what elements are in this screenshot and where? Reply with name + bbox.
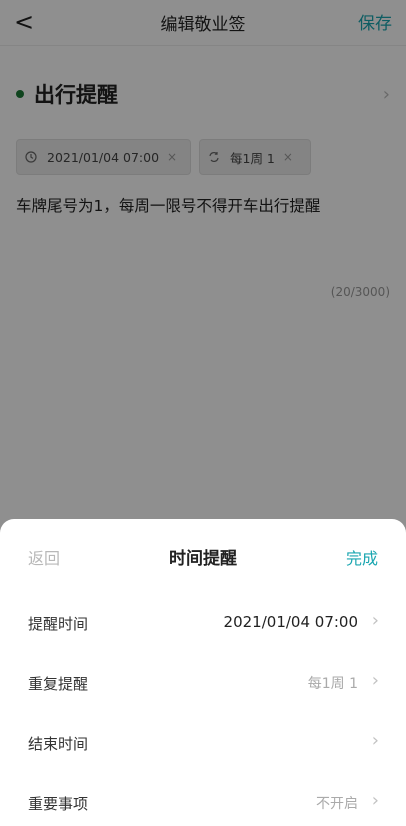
repeat-reminder-row[interactable]: 重复提醒 每1周 1 ›	[0, 653, 406, 713]
important-item-row[interactable]: 重要事项 不开启 ›	[0, 773, 406, 826]
chevron-right-icon: ›	[371, 730, 379, 751]
row-label: 提醒时间	[28, 615, 89, 633]
row-label: 结束时间	[28, 735, 89, 753]
row-value: 不开启	[316, 796, 358, 812]
done-button[interactable]: 完成	[346, 545, 378, 569]
reminder-time-row[interactable]: 提醒时间 2021/01/04 07:00 ›	[0, 593, 406, 653]
row-label: 重复提醒	[28, 675, 89, 693]
end-time-row[interactable]: 结束时间 ›	[0, 713, 406, 773]
chevron-right-icon: ›	[371, 610, 379, 631]
time-reminder-sheet: 返回 时间提醒 完成 提醒时间 2021/01/04 07:00 › 重复提醒 …	[0, 519, 406, 826]
chevron-right-icon: ›	[371, 670, 379, 691]
chevron-right-icon: ›	[371, 790, 379, 811]
row-value: 2021/01/04 07:00	[223, 613, 358, 631]
row-label: 重要事项	[28, 795, 89, 813]
row-value: 每1周 1	[307, 676, 358, 692]
